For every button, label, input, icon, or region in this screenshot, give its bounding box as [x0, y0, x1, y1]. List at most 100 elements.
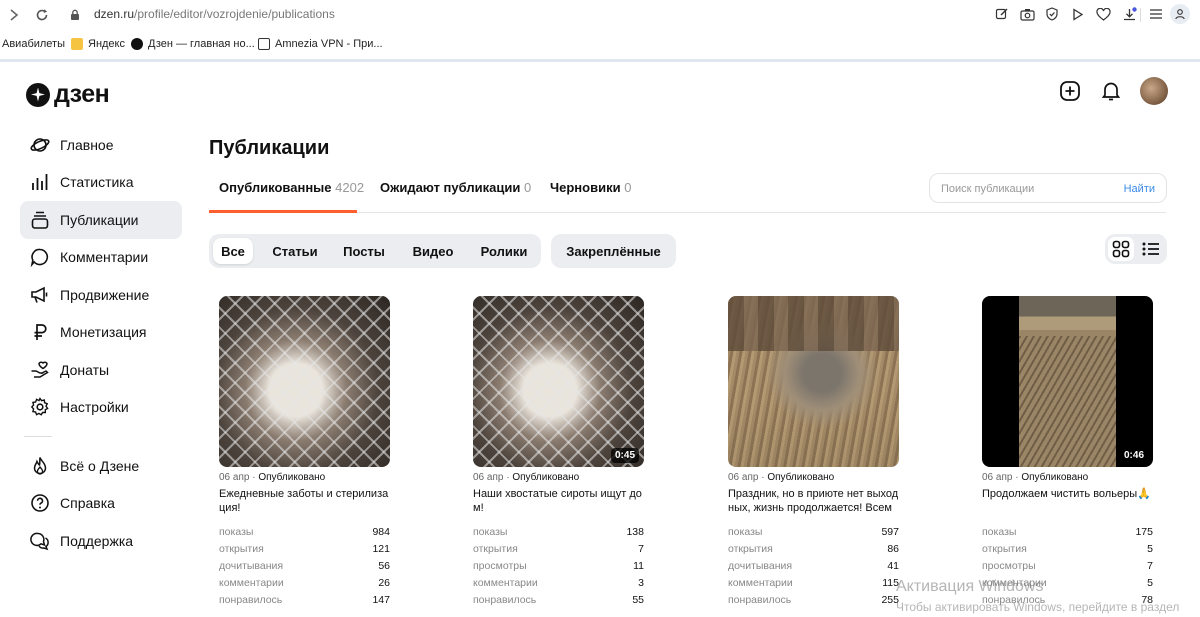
- menu-icon[interactable]: [1147, 5, 1165, 23]
- publication-title[interactable]: Ежедневные заботы и стерилизация!: [219, 487, 390, 517]
- bookmark-item[interactable]: Авиабилеты: [2, 38, 65, 50]
- sidebar-item-publications[interactable]: Публикации: [20, 201, 182, 239]
- publication-card[interactable]: 0:46 06 апр · Опубликовано Продолжаем чи…: [982, 296, 1153, 611]
- sidebar-item-about[interactable]: Всё о Дзене: [20, 447, 182, 485]
- bookmark-item[interactable]: Amnezia VPN - При...: [258, 38, 383, 50]
- stat-row: понравилось 147: [219, 594, 390, 606]
- edit-icon[interactable]: [993, 5, 1011, 23]
- bookmark-item[interactable]: Яндекс: [71, 38, 125, 50]
- publication-title[interactable]: Праздник, но в приюте нет выходных, жизн…: [728, 487, 899, 517]
- donate-icon: [30, 360, 50, 380]
- stats-icon: [30, 172, 50, 192]
- publications-icon: [30, 210, 50, 230]
- sidebar-divider: [24, 436, 52, 437]
- publication-meta: 06 апр · Опубликовано: [728, 472, 835, 483]
- sidebar-item-comments[interactable]: Комментарии: [20, 239, 182, 277]
- stat-row: показы 597: [728, 526, 899, 538]
- search-button[interactable]: Найти: [1124, 183, 1155, 195]
- search-input[interactable]: Поиск публикации Найти: [929, 173, 1167, 203]
- play-icon[interactable]: [1068, 5, 1086, 23]
- lock-icon[interactable]: [65, 5, 85, 25]
- browser-divider: [0, 59, 1200, 62]
- sidebar-item-donates[interactable]: Донаты: [20, 351, 182, 389]
- grid-view-button[interactable]: [1108, 237, 1134, 261]
- browser-address-bar: dzen.ru/profile/editor/vozrojdenie/publi…: [0, 0, 1200, 30]
- stat-row: дочитывания 56: [219, 560, 390, 572]
- publication-card[interactable]: 06 апр · Опубликовано Ежедневные заботы …: [219, 296, 390, 611]
- notifications-button[interactable]: [1099, 79, 1123, 103]
- publication-card[interactable]: 06 апр · Опубликовано Праздник, но в при…: [728, 296, 899, 611]
- bell-icon: [1101, 82, 1121, 101]
- publication-card[interactable]: 0:45 06 апр · Опубликовано Наши хвостаты…: [473, 296, 644, 611]
- publication-thumbnail[interactable]: [728, 296, 899, 467]
- windows-activation-hint: Чтобы активировать Windows, перейдите в …: [896, 600, 1180, 614]
- forward-icon[interactable]: [4, 5, 24, 25]
- publication-title[interactable]: Наши хвостатые сироты ищут дом!: [473, 487, 644, 517]
- stat-row: понравилось 55: [473, 594, 644, 606]
- browser-profile-icon[interactable]: [1170, 4, 1190, 24]
- page-title: Публикации: [209, 137, 330, 159]
- publication-stats: показы 175 открытия 5 просмотры 7 комментар…: [982, 526, 1153, 611]
- dzen-logo-icon: [26, 82, 50, 107]
- publication-thumbnail[interactable]: 0:45: [473, 296, 644, 467]
- stat-row: комментарии 26: [219, 577, 390, 589]
- active-tab-indicator: [209, 210, 357, 213]
- help-icon: [30, 493, 50, 513]
- sidebar-item-main[interactable]: Главное: [20, 126, 182, 164]
- gear-icon: [30, 397, 50, 417]
- sidebar-item-support[interactable]: Поддержка: [20, 522, 182, 560]
- amnezia-icon: [258, 38, 270, 50]
- publication-title[interactable]: Продолжаем чистить вольеры🙏: [982, 487, 1153, 517]
- sidebar-item-settings[interactable]: Настройки: [20, 389, 182, 427]
- publication-meta: 06 апр · Опубликовано: [219, 472, 326, 483]
- shield-check-icon[interactable]: [1043, 5, 1061, 23]
- filter-video[interactable]: Видео: [402, 238, 464, 264]
- sidebar-item-promotion[interactable]: Продвижение: [20, 276, 182, 314]
- type-filter: Все Статьи Посты Видео Ролики: [209, 234, 541, 268]
- tab-published[interactable]: Опубликованные 4202: [219, 180, 364, 195]
- video-frame: [1019, 296, 1116, 467]
- publication-stats: показы 597 открытия 86 дочитывания 41 комме…: [728, 526, 899, 611]
- url-field[interactable]: dzen.ru/profile/editor/vozrojdenie/publi…: [94, 7, 335, 21]
- filter-all[interactable]: Все: [213, 238, 253, 264]
- create-button[interactable]: [1058, 79, 1082, 103]
- ruble-icon: [30, 322, 50, 342]
- download-icon[interactable]: [1120, 5, 1138, 23]
- publication-thumbnail[interactable]: 0:46: [982, 296, 1153, 467]
- dzen-logo[interactable]: дзен: [26, 80, 110, 109]
- publication-thumbnail[interactable]: [219, 296, 390, 467]
- filter-articles[interactable]: Статьи: [261, 238, 329, 264]
- list-view-button[interactable]: [1138, 237, 1164, 261]
- flame-icon: [30, 456, 50, 476]
- stat-row: комментарии 3: [473, 577, 644, 589]
- megaphone-icon: [30, 285, 50, 305]
- stat-row: показы 138: [473, 526, 644, 538]
- folder-icon: [71, 38, 83, 50]
- pinned-button[interactable]: Закреплённые: [551, 234, 676, 268]
- grid-icon: [1112, 240, 1130, 258]
- list-icon: [1142, 242, 1159, 256]
- tab-scheduled[interactable]: Ожидают публикации 0: [380, 180, 531, 195]
- camera-icon[interactable]: [1018, 5, 1036, 23]
- filter-posts[interactable]: Посты: [333, 238, 395, 264]
- stat-row: открытия 5: [982, 543, 1153, 555]
- video-duration: 0:45: [610, 448, 639, 463]
- publication-meta: 06 апр · Опубликовано: [473, 472, 580, 483]
- toolbar-divider: [1140, 8, 1141, 22]
- stat-row: просмотры 11: [473, 560, 644, 572]
- tab-drafts[interactable]: Черновики 0: [550, 180, 631, 195]
- filter-shorts[interactable]: Ролики: [471, 238, 537, 264]
- stat-row: комментарии 115: [728, 577, 899, 589]
- sidebar-item-stats[interactable]: Статистика: [20, 164, 182, 202]
- heart-icon[interactable]: [1094, 5, 1112, 23]
- reload-icon[interactable]: [32, 5, 52, 25]
- stat-row: понравилось 255: [728, 594, 899, 606]
- user-avatar[interactable]: [1140, 77, 1168, 105]
- stat-row: открытия 86: [728, 543, 899, 555]
- planet-icon: [30, 135, 50, 155]
- stat-row: открытия 121: [219, 543, 390, 555]
- sidebar-item-monetization[interactable]: Монетизация: [20, 314, 182, 352]
- bookmark-item[interactable]: Дзен — главная но...: [131, 38, 255, 50]
- stat-row: просмотры 7: [982, 560, 1153, 572]
- sidebar-item-help[interactable]: Справка: [20, 485, 182, 523]
